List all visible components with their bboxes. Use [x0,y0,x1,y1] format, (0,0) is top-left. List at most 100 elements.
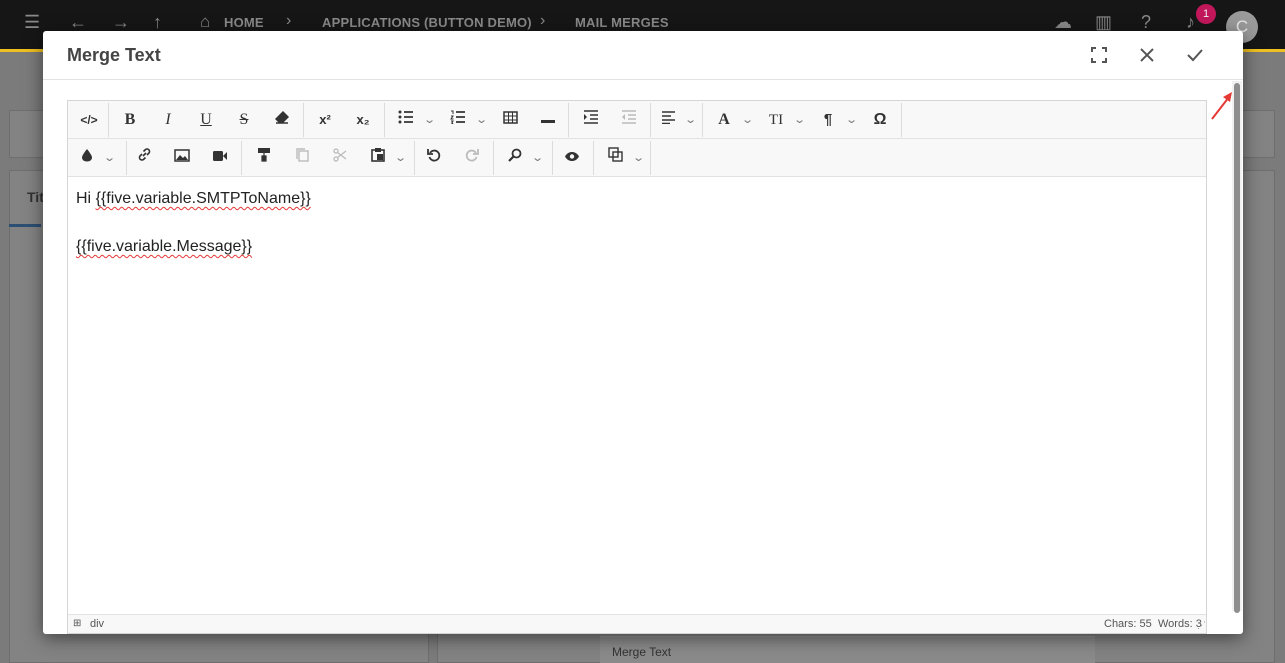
bold-icon[interactable]: B [120,109,140,131]
font-size-icon[interactable]: TI [766,109,786,131]
subscript-icon[interactable]: x₂ [352,109,374,131]
dialog-scrollbar[interactable] [1232,81,1242,613]
notification-badge: 1 [1196,4,1216,24]
undo-icon[interactable] [424,147,444,169]
toolbar-separator [901,103,902,137]
merge-text-dialog: Merge Text </> B I U S x² x₂ ⌄ ⌄ ⌄ A ⌄ T… [43,31,1243,634]
content-blank-line [76,211,1198,235]
strikethrough-icon[interactable]: S [234,109,254,131]
special-characters-icon[interactable]: Ω [870,109,890,131]
paragraph-icon[interactable]: ¶ [818,109,838,131]
chevron-down-icon[interactable]: ⌄ [475,109,488,131]
superscript-icon[interactable]: x² [314,109,336,131]
toolbar-separator [650,141,651,175]
toolbar-separator [552,141,553,175]
content-line-1: Hi {{five.variable.SMTPToName}} [76,187,1198,211]
greeting-text: Hi [76,190,96,207]
background-merge-text-field: Merge Text [600,636,1095,663]
select-all-icon[interactable] [605,147,625,169]
link-icon[interactable] [134,147,154,169]
char-count: Chars: 55 [1104,618,1152,630]
dialog-title: Merge Text [67,45,161,65]
toolbar-separator [241,141,242,175]
breadcrumb-mail-merges[interactable]: MAIL MERGES [575,15,669,30]
fullscreen-button[interactable] [1085,43,1113,71]
chevron-right-icon: › [286,12,292,29]
outdent-icon[interactable] [619,109,639,131]
chevron-right-icon: › [540,12,546,29]
chevron-down-icon[interactable]: ⌄ [741,109,754,131]
confirm-button[interactable] [1181,43,1209,71]
forward-arrow-icon[interactable]: → [112,13,130,31]
italic-icon[interactable]: I [158,109,178,131]
bullet-list-icon[interactable] [396,109,416,131]
underline-icon[interactable]: U [196,109,216,131]
background-tab-title: Tit [9,173,44,227]
chevron-down-icon[interactable]: ⌄ [103,147,116,169]
toolbar-separator [126,141,127,175]
toolbar-separator [650,103,651,137]
toolbar-separator [414,141,415,175]
menu-icon[interactable]: ☰ [24,13,40,31]
background-color-icon[interactable] [78,147,96,169]
format-painter-icon[interactable] [254,147,274,169]
cloud-sync-icon[interactable]: ☁ [1054,13,1072,31]
chevron-down-icon[interactable]: ⌄ [684,109,697,131]
toolbar-separator [384,103,385,137]
dialog-header-divider [43,79,1243,80]
home-icon: ⌂ [200,12,211,31]
chevron-down-icon[interactable]: ⌄ [423,109,436,131]
video-icon[interactable] [210,147,230,169]
paste-icon[interactable] [368,147,388,169]
chevron-down-icon[interactable]: ⌄ [632,147,645,169]
preview-eye-icon[interactable] [562,147,582,169]
eraser-icon[interactable] [272,109,292,131]
help-icon[interactable]: ? [1141,13,1151,31]
align-icon[interactable] [658,109,678,131]
image-icon[interactable] [172,147,192,169]
cut-icon[interactable] [330,147,350,169]
library-icon[interactable]: ▥ [1095,13,1112,31]
toolbar-separator [702,103,703,137]
scrollbar-thumb[interactable] [1234,83,1240,613]
resize-handle-icon[interactable]: ⋰ [1197,620,1206,631]
breadcrumb-home[interactable]: HOME [224,15,264,30]
toolbar-separator [108,103,109,137]
smtp-to-name-variable: {{five.variable.SMTPToName}} [95,190,311,207]
horizontal-rule-icon[interactable] [538,109,558,131]
bell-icon[interactable]: ♪ [1186,13,1195,31]
toolbar-row-2: ⌄ ⌄ ⌄ ⌄ [68,139,1206,177]
editor-statusbar: ⊞ div Chars: 55 Words: 3 ⋰ [68,614,1206,633]
chevron-down-icon[interactable]: ⌄ [531,147,544,169]
breadcrumb-applications[interactable]: APPLICATIONS (BUTTON DEMO) [322,15,532,30]
code-view-icon[interactable]: </> [78,109,100,131]
find-replace-icon[interactable] [505,147,525,169]
word-count: Words: 3 [1158,618,1202,630]
close-icon [1140,48,1154,62]
chevron-down-icon[interactable]: ⌄ [845,109,858,131]
rich-text-editor: </> B I U S x² x₂ ⌄ ⌄ ⌄ A ⌄ TI ⌄ ¶ ⌄ Ω ⌄… [67,100,1207,634]
fullscreen-icon [1091,47,1107,63]
toolbar-separator [303,103,304,137]
editor-content[interactable]: Hi {{five.variable.SMTPToName}} {{five.v… [68,178,1206,614]
up-arrow-icon[interactable]: ↑ [153,13,162,31]
chevron-down-icon[interactable]: ⌄ [394,147,407,169]
toolbar-row-1: </> B I U S x² x₂ ⌄ ⌄ ⌄ A ⌄ TI ⌄ ¶ ⌄ Ω [68,101,1206,139]
element-tree-icon[interactable]: ⊞ [73,618,81,629]
message-variable: {{five.variable.Message}} [76,238,253,255]
close-button[interactable] [1133,43,1161,71]
check-icon [1187,49,1203,62]
toolbar-separator [593,141,594,175]
redo-icon[interactable] [462,147,482,169]
font-color-icon[interactable]: A [714,109,734,131]
indent-icon[interactable] [581,109,601,131]
table-icon[interactable] [500,109,520,131]
element-path: div [90,618,105,630]
back-arrow-icon[interactable]: ← [69,13,87,31]
copy-icon[interactable] [292,147,312,169]
chevron-down-icon[interactable]: ⌄ [793,109,806,131]
toolbar-separator [568,103,569,137]
content-line-2: {{five.variable.Message}} [76,235,1198,259]
toolbar-separator [493,141,494,175]
numbered-list-icon[interactable] [448,109,468,131]
